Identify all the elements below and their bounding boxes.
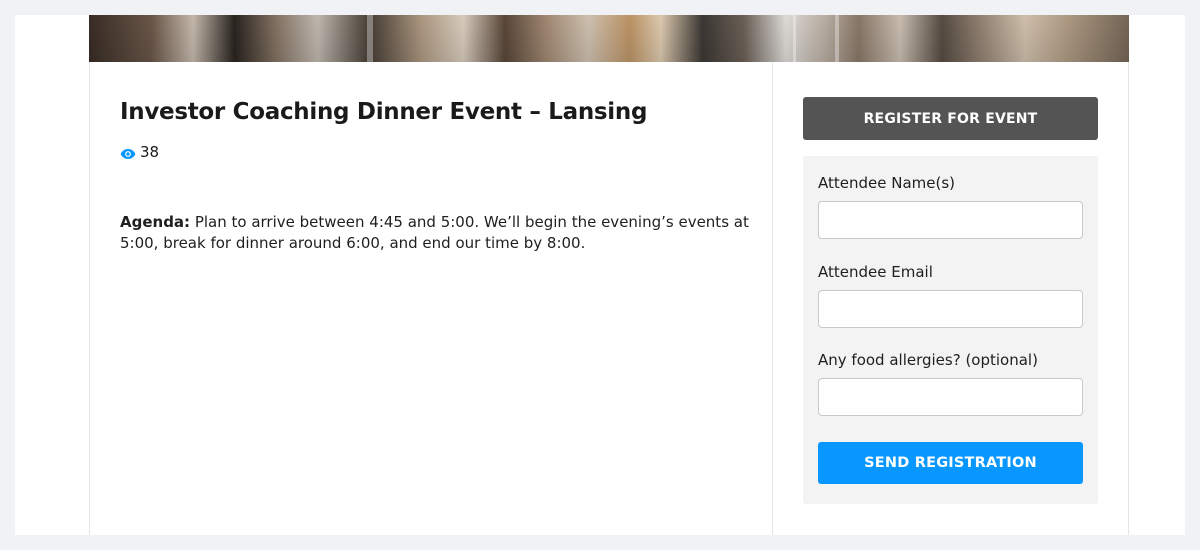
- attendee-email-label: Attendee Email: [818, 263, 933, 281]
- hero-image-detail: [793, 15, 796, 62]
- agenda-label: Agenda:: [120, 213, 191, 231]
- eye-icon: [120, 146, 136, 159]
- event-title: Investor Coaching Dinner Event – Lansing: [120, 99, 648, 125]
- view-count-value: 38: [140, 143, 160, 161]
- hero-image-shade: [89, 15, 1129, 62]
- attendee-name-label: Attendee Name(s): [818, 174, 956, 192]
- food-allergies-label: Any food allergies? (optional): [818, 351, 1038, 369]
- hero-image-detail: [835, 15, 839, 62]
- attendee-name-input[interactable]: [818, 201, 1083, 239]
- agenda-text: Plan to arrive between 4:45 and 5:00. We…: [120, 213, 749, 252]
- column-divider: [772, 62, 773, 535]
- hero-image-detail: [367, 15, 373, 62]
- agenda-paragraph: Agenda: Plan to arrive between 4:45 and …: [120, 212, 760, 254]
- view-count: 38: [120, 143, 159, 161]
- attendee-email-input[interactable]: [818, 290, 1083, 328]
- send-registration-button[interactable]: SEND REGISTRATION: [818, 442, 1083, 484]
- register-for-event-header: REGISTER FOR EVENT: [803, 97, 1098, 140]
- food-allergies-input[interactable]: [818, 378, 1083, 416]
- hero-banner-image: [89, 15, 1129, 62]
